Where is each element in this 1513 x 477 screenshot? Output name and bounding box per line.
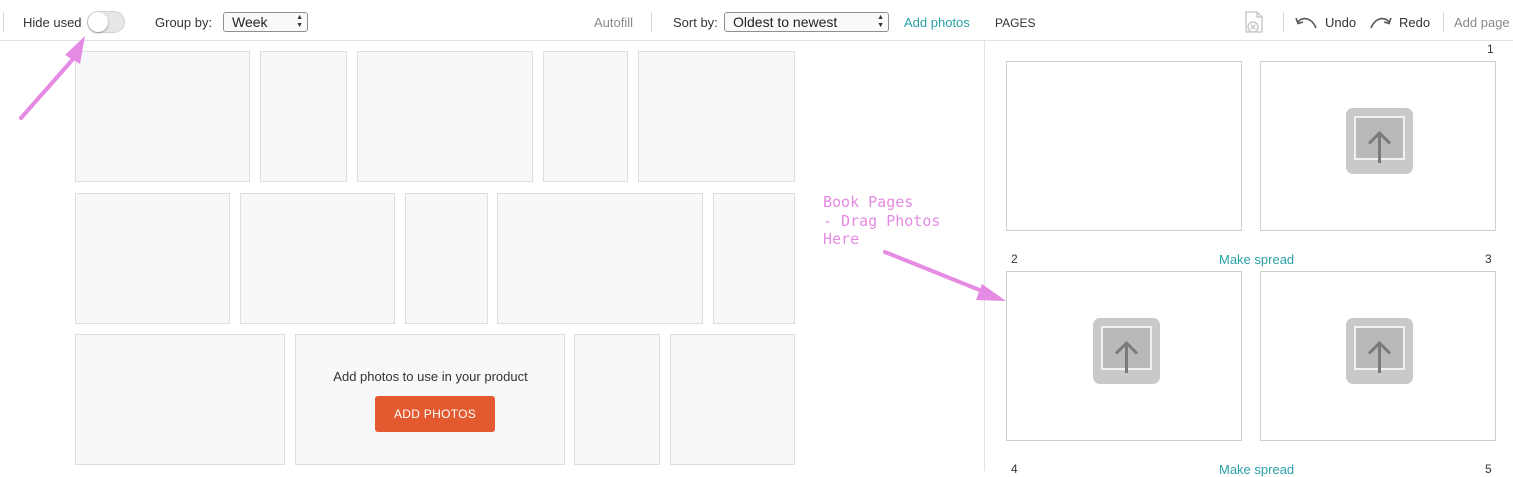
annotation-arrow bbox=[883, 250, 1006, 301]
annotation-arrows bbox=[19, 36, 1006, 301]
annotation-arrow bbox=[19, 36, 85, 120]
